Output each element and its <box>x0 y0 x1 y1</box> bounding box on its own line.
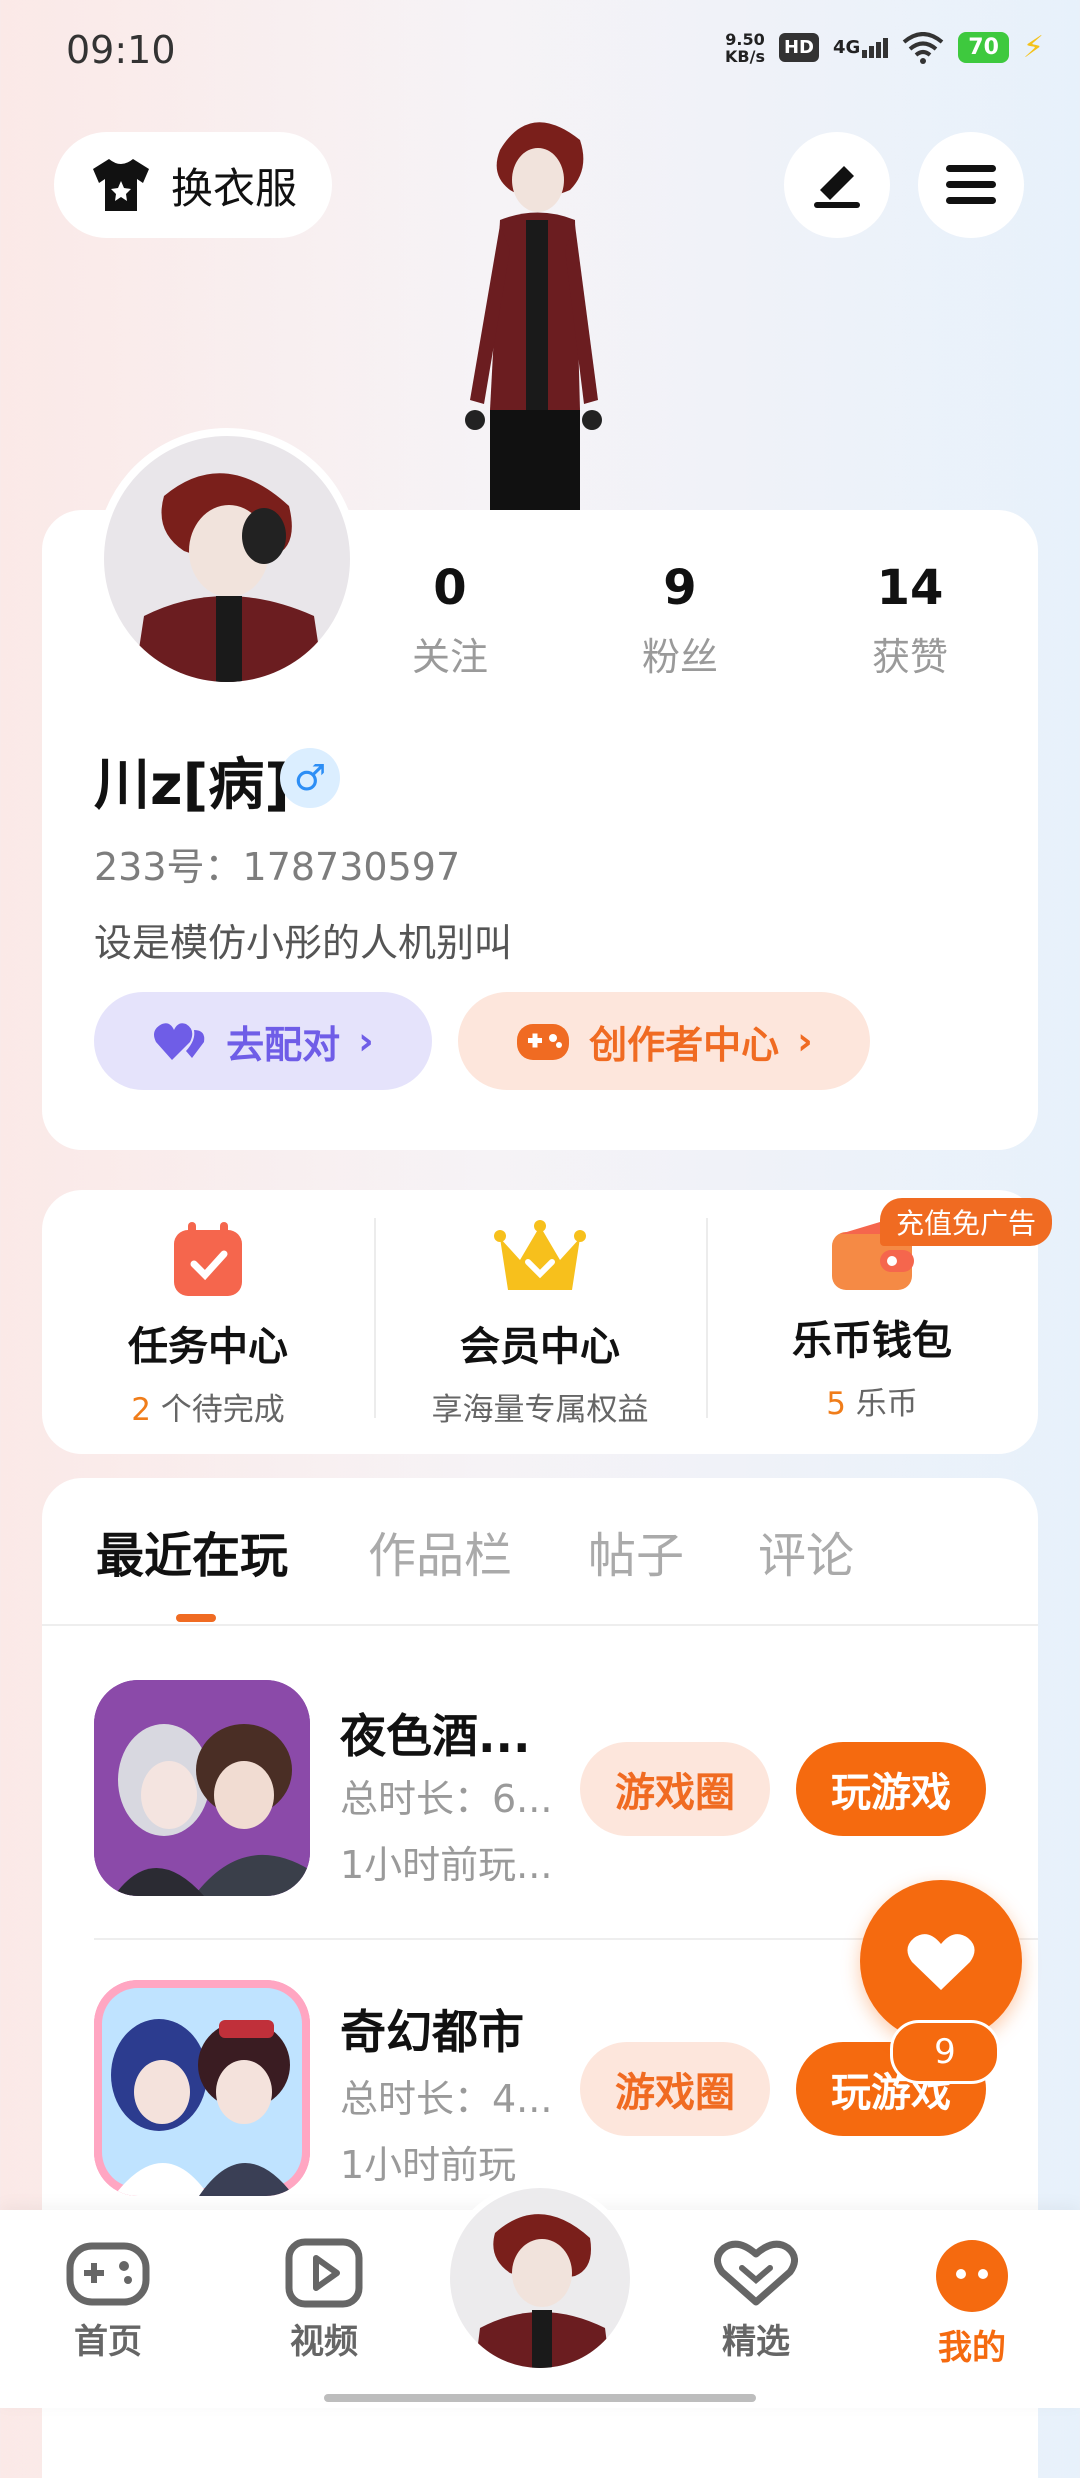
match-label: 去配对 <box>226 1022 341 1067</box>
stat-likes[interactable]: 14 获赞 <box>810 560 1010 681</box>
crown-icon <box>494 1220 586 1290</box>
chevron-right-icon: › <box>358 1019 374 1063</box>
game-duration: 总时长：6... <box>340 1777 553 1821</box>
menu-icon <box>946 165 996 204</box>
game-circle-button[interactable]: 游戏圈 <box>580 1742 770 1836</box>
signal-icon: 4G <box>833 37 889 58</box>
nav-home[interactable]: 首页 <box>38 2238 178 2363</box>
game-title: 夜色酒... <box>340 1709 531 1763</box>
tab-comments[interactable]: 评论 <box>758 1516 854 1586</box>
quick-action-title: 乐币钱包 <box>792 1318 952 1364</box>
tab-posts[interactable]: 帖子 <box>588 1516 684 1586</box>
nav-label: 视频 <box>290 2322 358 2362</box>
game-last-played: 1小时前玩 <box>340 2143 517 2187</box>
avatar-figure[interactable] <box>430 110 640 510</box>
tab-indicator <box>176 1614 216 1622</box>
edit-icon <box>814 166 860 208</box>
nav-label: 我的 <box>938 2328 1006 2368</box>
game-duration: 总时长：4... <box>340 2077 553 2121</box>
quick-action-title: 会员中心 <box>460 1324 620 1370</box>
change-outfit-button[interactable]: 换衣服 <box>54 132 332 238</box>
avatar[interactable] <box>96 428 358 690</box>
stat-label: 关注 <box>411 635 488 679</box>
stat-value: 14 <box>876 560 944 616</box>
chevron-right-icon: › <box>797 1019 813 1063</box>
creator-center-label: 创作者中心 <box>589 1022 780 1067</box>
heart-count-badge: 9 <box>890 2020 1000 2084</box>
stat-label: 获赞 <box>871 635 948 679</box>
heart-chat-icon <box>714 2240 798 2306</box>
nav-label: 精选 <box>722 2322 790 2362</box>
game-title: 奇幻都市 <box>340 2005 524 2059</box>
tab-works[interactable]: 作品栏 <box>368 1516 512 1586</box>
user-bio: 设是模仿小彤的人机别叫 <box>94 921 513 965</box>
game-circle-button[interactable]: 游戏圈 <box>580 2042 770 2136</box>
member-center-item[interactable]: 会员中心 享海量专属权益 <box>374 1190 706 1454</box>
username: 川z[病] <box>94 753 290 818</box>
stat-following[interactable]: 0 关注 <box>350 560 550 681</box>
avatar-nav-button[interactable] <box>444 2182 636 2374</box>
nav-video[interactable]: 视频 <box>254 2238 394 2363</box>
promo-badge: 充值免广告 <box>879 1198 1052 1246</box>
game-icon[interactable] <box>94 1980 310 2196</box>
stat-value: 0 <box>433 560 467 616</box>
heart-icon <box>907 1934 975 1990</box>
stat-fans[interactable]: 9 粉丝 <box>580 560 780 681</box>
user-id: 233号：178730597 <box>94 845 461 889</box>
divider <box>42 1624 1038 1626</box>
quick-action-sub: 享海量专属权益 <box>431 1392 649 1428</box>
gamepad-icon <box>66 2242 150 2306</box>
net-speed: 9.50 KB/s <box>725 29 765 66</box>
change-outfit-label: 换衣服 <box>170 163 297 213</box>
quick-action-sub: 2 个待完成 <box>131 1392 285 1428</box>
game-last-played: 1小时前玩... <box>340 1843 553 1887</box>
battery-icon: 70 <box>958 32 1009 63</box>
hearts-icon <box>154 1023 205 1060</box>
play-game-button[interactable]: 玩游戏 <box>796 1742 986 1836</box>
nav-profile[interactable]: 我的 <box>902 2238 1042 2369</box>
status-icons: 9.50 KB/s HD 4G 70 ⚡ <box>725 30 1044 65</box>
nav-featured[interactable]: 精选 <box>686 2238 826 2363</box>
nav-label: 首页 <box>74 2322 142 2362</box>
wifi-icon <box>903 31 944 64</box>
floating-heart-button[interactable] <box>860 1880 1022 2042</box>
stat-label: 粉丝 <box>641 635 718 679</box>
match-button[interactable]: 去配对 › <box>94 992 432 1090</box>
hd-icon: HD <box>778 33 819 62</box>
menu-button[interactable] <box>918 132 1024 238</box>
tshirt-icon <box>92 159 149 211</box>
game-icon[interactable] <box>94 1680 310 1896</box>
male-gender-icon: ♂ <box>280 748 340 808</box>
profile-face-icon <box>936 2240 1008 2312</box>
quick-action-title: 任务中心 <box>128 1324 288 1370</box>
task-center-item[interactable]: 任务中心 2 个待完成 <box>42 1190 374 1454</box>
home-indicator[interactable] <box>324 2394 756 2402</box>
video-play-icon <box>285 2238 363 2308</box>
task-calendar-icon <box>174 1222 242 1296</box>
status-time: 09:10 <box>66 28 176 72</box>
charging-icon: ⚡ <box>1022 30 1044 65</box>
stat-value: 9 <box>663 560 697 616</box>
tab-recent[interactable]: 最近在玩 <box>96 1516 288 1586</box>
edit-profile-button[interactable] <box>784 132 890 238</box>
quick-action-sub: 5 乐币 <box>826 1386 918 1422</box>
creator-center-button[interactable]: 创作者中心 › <box>458 992 870 1090</box>
gamepad-icon <box>517 1024 570 1060</box>
